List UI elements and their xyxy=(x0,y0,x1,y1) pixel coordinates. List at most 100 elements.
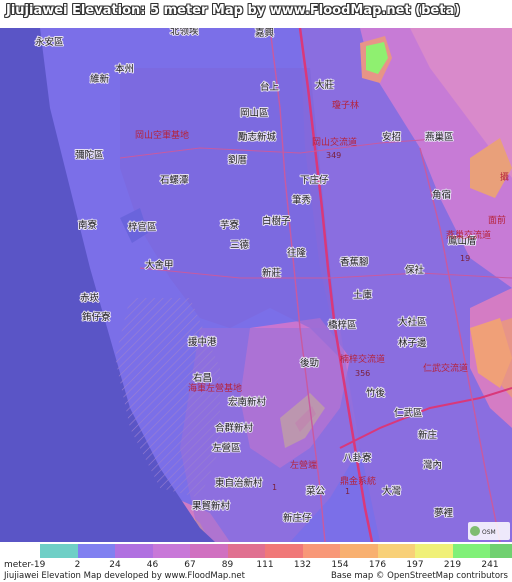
place-label-liucuo: 劉厝 xyxy=(228,154,247,166)
place-label-xiangjiaojiao: 香蕉腳 xyxy=(340,256,369,268)
place-label-zuoyingqu: 左營區 xyxy=(212,442,241,454)
place-label-youchang: 右昌 xyxy=(193,372,212,384)
road-label-zuoyingbase: 海軍左營基地 xyxy=(188,382,242,394)
place-label-jiaosu: 角宿 xyxy=(432,189,451,201)
place-label-mengli: 夢裡 xyxy=(434,507,454,519)
place-label-nanliao: 南寮 xyxy=(78,219,98,231)
elevation-map-canvas[interactable]: 永安區 北领埃 嘉興本州維新台上 大莊岡山區勵志新城彌陀區 安招 燕巢區劉厝石螺潭 下庄仔角… xyxy=(0,28,512,542)
place-label-yonganqu: 永安區 xyxy=(35,36,64,48)
place-label-guoxianxincun: 果貿新村 xyxy=(192,500,231,512)
road-label-gangshanbase: 岡山空軍基地 xyxy=(135,129,189,141)
place-label-anzhao: 安招 xyxy=(382,131,401,143)
legend-tick-2: 24 xyxy=(109,560,121,570)
elevation-map[interactable]: 永安區 北领埃 嘉興本州 維新台上 大莊岡山區勵志新城彌陀區 安招 燕巢區劉厝石螺潭 下庄仔角… xyxy=(0,28,512,542)
legend-swatch-7 xyxy=(302,544,340,558)
osm-badge-text: OSM xyxy=(482,529,496,536)
legend-tick-11: 219 xyxy=(443,560,462,570)
road-label-mianqian: 面前 xyxy=(488,214,506,226)
place-label-baguaiao: 八卦寮 xyxy=(343,452,372,464)
place-label-yuliao: 芋寮 xyxy=(220,219,240,231)
place-label-wanglong: 往隆 xyxy=(287,247,307,259)
road-label-nanzijct: 楠梓交流道 xyxy=(340,353,385,365)
legend-tick-8: 154 xyxy=(331,560,349,570)
legend-swatches xyxy=(40,544,512,558)
legend-unit: meter xyxy=(4,560,32,570)
place-label-dazhuang: 大莊 xyxy=(315,79,335,91)
place-label-zigongqu: 梓官區 xyxy=(128,221,157,233)
legend-tick-10: 197 xyxy=(406,560,424,570)
legend-swatch-3 xyxy=(152,544,190,558)
legend-swatch-12 xyxy=(490,544,512,558)
place-label-xiulian: 筆秀 xyxy=(292,194,312,206)
place-label-caigong: 菜公 xyxy=(306,485,326,497)
legend-swatch-4 xyxy=(190,544,228,558)
legend-swatch-0 xyxy=(40,544,78,558)
place-label-dashejia: 大舍甲 xyxy=(145,259,174,271)
place-label-tuku: 土庫 xyxy=(353,289,373,301)
place-label-taishang: 台上 xyxy=(260,81,280,93)
place-label-qiaotouqu: 橋梓區 xyxy=(328,319,357,331)
legend-swatch-5 xyxy=(227,544,265,558)
place-label-lizhixincheng: 勵志新城 xyxy=(238,131,277,143)
elevation-legend: meter -19 2 24 46 67 89 111 132 154 176 197 219 241 … xyxy=(0,542,512,582)
place-label-wanei: 灣內 xyxy=(423,459,442,471)
legend-swatch-10 xyxy=(415,544,453,558)
map-title: Jiujiawei Elevation: 5 meter Map by www.… xyxy=(6,3,461,18)
road-label-gangshanjct: 岡山交流道 xyxy=(312,136,357,148)
legend-swatch-9 xyxy=(377,544,415,558)
place-label-xinzhuang: 新莊 xyxy=(262,267,282,279)
place-label-zhuzailiao: 銪仔寮 xyxy=(82,311,111,323)
road-label-r1b: 1 xyxy=(345,487,350,496)
place-label-yancaoqu: 燕巢區 xyxy=(425,131,454,143)
place-label-sande: 三德 xyxy=(230,239,250,251)
place-label-linzibian: 林子邊 xyxy=(398,337,427,349)
road-label-jiaotou: 攝 xyxy=(500,171,509,183)
place-label-renwuqu: 仁武區 xyxy=(394,407,423,419)
legend-swatch-1 xyxy=(77,544,115,558)
place-label-xiazhuangzi: 下庄仔 xyxy=(300,174,329,186)
place-label-weixin: 維新 xyxy=(90,73,110,85)
road-label-zuoyingjct: 左營端 xyxy=(290,459,317,471)
place-label-mituoqu: 彌陀區 xyxy=(75,149,104,161)
road-label-yuanhuang: 瓊子林 xyxy=(332,99,359,111)
road-label-r349: 349 xyxy=(326,151,341,160)
place-label-yuanzhonggang: 援中港 xyxy=(188,336,217,348)
road-label-r19: 19 xyxy=(460,254,470,263)
place-label-benzhou: 本州 xyxy=(115,63,134,75)
place-label-hongnanxincun: 宏南新村 xyxy=(228,396,267,408)
legend-tick-3: 46 xyxy=(146,560,159,570)
legend-tick-5: 89 xyxy=(221,560,234,570)
place-label-dawan: 大灣 xyxy=(382,485,402,497)
place-label-jiaxing: 嘉興 xyxy=(255,28,275,39)
legend-swatch-6 xyxy=(265,544,303,558)
footer-basemap: Base map © OpenStreetMap contributors xyxy=(330,571,508,581)
legend-swatch-11 xyxy=(452,544,490,558)
place-label-xinzhuang2: 新庄 xyxy=(418,429,438,441)
place-label-houqin: 後勁 xyxy=(300,357,319,369)
osm-logo-icon xyxy=(470,526,480,536)
place-label-baoshe: 保社 xyxy=(405,264,425,276)
legend-swatch-2 xyxy=(115,544,153,558)
place-label-hequnxincun: 合群新村 xyxy=(215,422,254,434)
legend-tick-7: 132 xyxy=(293,560,312,570)
place-label-xinzhuangzi: 新庄仔 xyxy=(283,512,312,524)
place-label-shiluotan: 石螺潭 xyxy=(160,174,189,186)
openstreetmap-badge[interactable]: OSM xyxy=(468,522,510,540)
legend-tick-4: 67 xyxy=(184,560,196,570)
legend-tick-9: 176 xyxy=(368,560,387,570)
place-label-chikan: 赤崁 xyxy=(80,293,100,304)
legend-tick-0: -19 xyxy=(30,560,46,570)
place-label-dashequ: 大社區 xyxy=(398,316,427,328)
footer-credit: Jiujiawei Elevation Map developed by www… xyxy=(4,571,245,581)
road-label-renwujct: 仁武交流道 xyxy=(423,362,468,374)
place-label-zhuhou: 竹後 xyxy=(366,387,386,399)
place-label-dongzizhixincun: 東自治新村 xyxy=(215,477,263,489)
road-label-r1: 1 xyxy=(272,483,277,492)
legend-swatch-8 xyxy=(340,544,378,558)
legend-tick-6: 111 xyxy=(256,560,274,570)
place-label-ganggshanqu: 岡山區 xyxy=(240,108,269,119)
place-label-baishuzi: 白樹子 xyxy=(262,215,291,227)
road-label-r356: 356 xyxy=(355,369,370,378)
place-label-beilingxun: 北领埃 xyxy=(170,28,199,37)
road-label-dingjinjct: 鼎金系統 xyxy=(340,475,376,487)
